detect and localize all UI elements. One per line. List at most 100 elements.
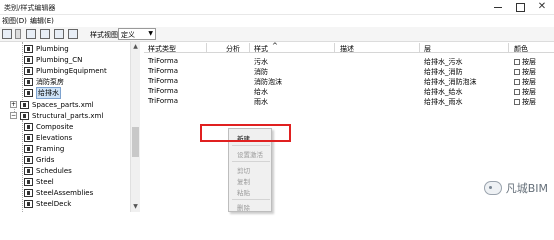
- tree-item-label: Plumbing: [36, 44, 69, 53]
- tree-item[interactable]: Grids: [24, 154, 54, 165]
- scroll-down-icon[interactable]: ▼: [132, 203, 139, 210]
- menu-item-paste[interactable]: 粘贴: [237, 187, 250, 197]
- watermark: 凡城BIM: [483, 180, 548, 196]
- cell-style-type: TriForma: [148, 87, 178, 95]
- window-title: 类别/样式编辑器: [4, 4, 56, 12]
- table-row[interactable]: TriForma 消防泡沫 给排水_消防泡沫 按层: [144, 76, 554, 86]
- menu-item-set-active[interactable]: 设置激活: [237, 149, 263, 159]
- menu-item-cut[interactable]: 剪切: [237, 165, 250, 175]
- maximize-icon[interactable]: [514, 2, 526, 12]
- folder-icon: [24, 88, 33, 97]
- tree-item[interactable]: − Structural_parts.xml: [10, 110, 103, 121]
- file-icon: [20, 100, 29, 109]
- category-tree[interactable]: Plumbing Plumbing_CN PlumbingEquipment 消…: [0, 42, 140, 212]
- tree-item-label: Grids: [36, 155, 55, 164]
- folder-icon: [24, 188, 33, 197]
- menu-item-delete[interactable]: 删除: [237, 202, 250, 212]
- tree-item[interactable]: PlumbingEquipment: [24, 65, 107, 76]
- tree-item-label: Elevations: [36, 133, 73, 142]
- style-view-label: 样式视图: [90, 31, 118, 39]
- close-icon[interactable]: ✕: [536, 2, 548, 12]
- checkbox[interactable]: [514, 69, 520, 75]
- chevron-down-icon: ▼: [148, 30, 153, 37]
- folder-icon: [24, 155, 33, 164]
- cell-style-type: TriForma: [148, 67, 178, 75]
- cell-style-type: TriForma: [148, 57, 178, 65]
- tree-item-label: SteelDeck: [36, 199, 72, 208]
- tree-item[interactable]: Composite: [24, 121, 73, 132]
- header-style-type[interactable]: 样式类型: [148, 44, 176, 54]
- header-analysis[interactable]: 分析: [226, 44, 240, 54]
- style-view-value: 定义: [121, 31, 135, 39]
- tree-item-label: Framing: [36, 144, 65, 153]
- table-row[interactable]: TriForma 消防 给排水_消防 按层: [144, 66, 554, 76]
- folder-icon: [24, 144, 33, 153]
- cell-style-type: TriForma: [148, 97, 178, 105]
- tree-item[interactable]: Elevations: [24, 132, 72, 143]
- tree-item-label: Schedules: [36, 166, 72, 175]
- tree-item-label: 给排水: [36, 86, 61, 99]
- table-header: 样式类型 分析 样式 ^ 描述 层 颜色: [144, 42, 554, 53]
- checkbox[interactable]: [514, 89, 520, 95]
- minimize-icon[interactable]: [492, 2, 504, 12]
- header-description[interactable]: 描述: [340, 44, 354, 54]
- edit-icon[interactable]: [54, 29, 64, 39]
- new-icon[interactable]: [40, 29, 50, 39]
- wechat-icon: [483, 181, 502, 195]
- sort-ascending-icon: ^: [272, 42, 278, 50]
- expand-icon[interactable]: +: [10, 101, 17, 108]
- cell-color: 按层: [514, 97, 536, 107]
- scrollbar-thumb[interactable]: [132, 127, 139, 157]
- header-color[interactable]: 颜色: [514, 44, 528, 54]
- tree-item-label: Composite: [36, 122, 74, 131]
- checkbox[interactable]: [514, 59, 520, 65]
- tree-item[interactable]: Plumbing_CN: [24, 54, 82, 65]
- menu-bar: 视图(D) 编辑(E): [0, 15, 554, 26]
- tree-item[interactable]: Schedules: [24, 165, 72, 176]
- folder-icon: [24, 77, 33, 86]
- highlight-annotation: [200, 124, 291, 142]
- separator-icon: [15, 29, 21, 39]
- tree-item-label: Plumbing_CN: [36, 55, 83, 64]
- folder-icon: [24, 166, 33, 175]
- folder-icon: [24, 44, 33, 53]
- menu-view[interactable]: 视图(D): [2, 16, 27, 26]
- watermark-text: 凡城BIM: [505, 182, 548, 195]
- menu-item-copy[interactable]: 复制: [237, 176, 250, 186]
- table-row[interactable]: TriForma 雨水 给排水_雨水 按层: [144, 96, 554, 106]
- tree-item-label: Steel: [36, 177, 54, 186]
- title-bar: 类别/样式编辑器 ✕: [0, 0, 554, 15]
- cell-style-type: TriForma: [148, 77, 178, 85]
- tree-item[interactable]: + Spaces_parts.xml: [10, 99, 94, 110]
- table-row[interactable]: TriForma 污水 给排水_污水 按层: [144, 56, 554, 66]
- header-style[interactable]: 样式: [254, 44, 268, 54]
- properties-icon[interactable]: [68, 29, 78, 39]
- menu-edit[interactable]: 编辑(E): [30, 16, 54, 26]
- tree-item[interactable]: SteelDeck: [24, 198, 71, 209]
- folder-icon: [24, 55, 33, 64]
- tree-item[interactable]: Steel: [24, 176, 54, 187]
- style-view-select[interactable]: 定义 ▼: [118, 28, 156, 40]
- scroll-up-icon[interactable]: ▲: [132, 43, 139, 50]
- table-row[interactable]: TriForma 给水 给排水_给水 按层: [144, 86, 554, 96]
- toolbar: 样式视图 定义 ▼: [0, 27, 554, 42]
- open-icon[interactable]: [2, 29, 12, 39]
- checkbox[interactable]: [514, 79, 520, 85]
- tree-item[interactable]: Framing: [24, 143, 64, 154]
- folder-icon: [24, 133, 33, 142]
- tree-item-label: 消防泵房: [36, 77, 64, 86]
- tree-item-selected[interactable]: 给排水: [24, 86, 61, 99]
- file-icon: [20, 111, 29, 120]
- tree-item[interactable]: SteelAssemblies: [24, 187, 93, 198]
- header-level[interactable]: 层: [424, 44, 431, 54]
- folder-icon: [24, 122, 33, 131]
- tree-item[interactable]: Plumbing: [24, 43, 69, 54]
- checkbox[interactable]: [514, 99, 520, 105]
- folder-icon: [24, 177, 33, 186]
- tree-item-label: SteelAssemblies: [36, 188, 94, 197]
- collapse-icon[interactable]: −: [10, 112, 17, 119]
- tree-scrollbar[interactable]: ▲ ▼: [130, 42, 140, 212]
- tree-item[interactable]: 消防泵房: [24, 76, 64, 87]
- copy-icon[interactable]: [26, 29, 36, 39]
- folder-icon: [24, 199, 33, 208]
